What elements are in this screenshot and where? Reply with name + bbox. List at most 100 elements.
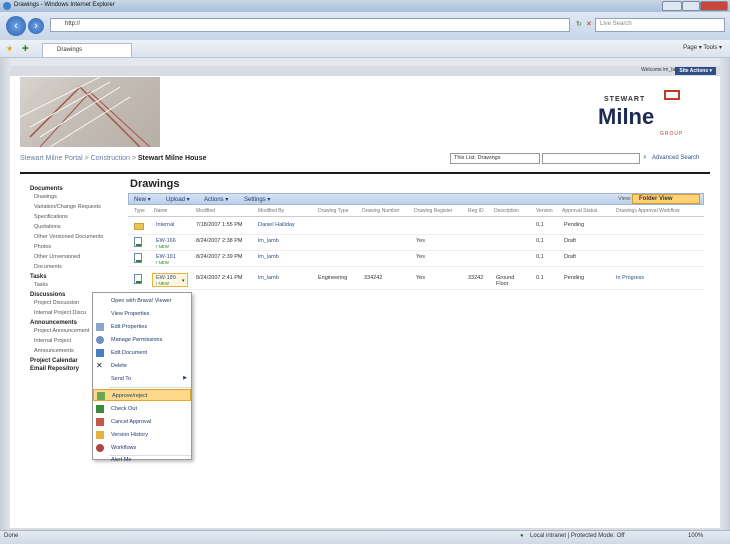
ql-item[interactable]: Quotations (30, 222, 112, 232)
delete-icon: ✕ (96, 361, 103, 370)
col-header[interactable]: Version (536, 208, 553, 214)
table-row-selected[interactable]: EW-189 ! NEW ▾ 8/24/2007 2:41 PM lm_lamb… (128, 272, 704, 290)
logo-milne: Milne (598, 104, 655, 129)
site-actions-button[interactable]: Site Actions ▾ (675, 67, 716, 75)
right-edge (720, 58, 730, 530)
item-menu-chevron-icon[interactable]: ▾ (182, 278, 185, 284)
menu-item-cancel-approval[interactable]: Cancel Approval (93, 416, 191, 428)
advanced-search-link[interactable]: Advanced Search (652, 155, 699, 161)
check-out-icon (96, 405, 104, 413)
tab-drawings[interactable]: Drawings (42, 43, 132, 57)
view-select[interactable]: Folder View (632, 194, 700, 204)
ql-item[interactable]: Drawings (30, 192, 112, 202)
row-workflow[interactable]: In Progress (616, 275, 644, 281)
upload-menu[interactable]: Upload ▾ (166, 196, 190, 203)
table-row[interactable]: EW-166 ! NEW 8/24/2007 2:38 PM lm_lamb Y… (128, 235, 704, 251)
row-register: Yes (416, 275, 425, 281)
menu-label: Delete (111, 363, 127, 369)
menu-item-edit-properties[interactable]: Edit Properties (93, 321, 191, 333)
col-header[interactable]: Type (134, 208, 145, 214)
menu-item-delete[interactable]: ✕ Delete (93, 360, 191, 372)
search-go-icon[interactable]: ⌕ (643, 154, 647, 162)
add-favorite-icon[interactable]: ✚ (22, 44, 29, 53)
logo-stewart: STEWART (604, 96, 646, 103)
intranet-zone-icon: ● (520, 533, 524, 539)
menu-label: Edit Properties (111, 324, 148, 330)
new-badge: ! NEW (156, 260, 169, 265)
ql-item[interactable]: Tasks (30, 280, 112, 290)
table-row[interactable]: Internal 7/18/2007 1:55 PM Daniel Hallid… (128, 219, 704, 235)
breadcrumb-parts[interactable]: Stewart Milne Portal > Construction > (20, 155, 138, 162)
col-header[interactable]: Drawing Register (414, 208, 452, 214)
menu-item-check-out[interactable]: Check Out (93, 403, 191, 415)
row-modified-by[interactable]: lm_lamb (258, 254, 279, 260)
forward-icon[interactable]: › (28, 18, 44, 34)
ql-item[interactable]: Other Versioned Documents (30, 232, 112, 242)
menu-item-edit-document[interactable]: Edit Document (93, 347, 191, 359)
row-drawing-type: Engineering (318, 275, 348, 281)
submenu-arrow-icon: ▶ (183, 375, 187, 381)
menu-label: Workflows (111, 445, 137, 451)
favorites-star-icon[interactable]: ★ (6, 44, 13, 53)
col-header[interactable]: Modified (196, 208, 215, 214)
address-input[interactable]: http:// (50, 18, 570, 32)
menu-label: Send To (111, 376, 132, 382)
col-header[interactable]: Name (154, 208, 167, 214)
menu-item-manage-permissions[interactable]: Manage Permissions (93, 334, 191, 346)
menu-item-version-history[interactable]: Version History (93, 429, 191, 441)
header-divider (20, 172, 710, 174)
menu-item-approve-reject[interactable]: Approve/reject (93, 389, 191, 401)
minimize-button[interactable] (662, 1, 682, 11)
new-badge: ! NEW (156, 281, 169, 286)
col-header[interactable]: Drawings Approval Workflow (616, 208, 680, 214)
zoom-level[interactable]: 100% (688, 533, 703, 539)
table-row[interactable]: EW-191 ! NEW 8/24/2007 2:39 PM lm_lamb Y… (128, 251, 704, 267)
col-header[interactable]: Drawing Type (318, 208, 348, 214)
menu-item-alert-me[interactable]: Alert Me (93, 456, 191, 466)
col-header[interactable]: Drawing Number (362, 208, 400, 214)
view-label: View: (618, 196, 632, 202)
search-scope-select[interactable]: This List: Drawings (450, 153, 540, 164)
col-header[interactable]: Reg ID (468, 208, 484, 214)
search-input[interactable]: Live Search (595, 18, 725, 32)
permissions-icon (96, 336, 104, 344)
row-modified-by[interactable]: Daniel Halliday (258, 222, 295, 228)
site-search-input[interactable] (542, 153, 640, 164)
window-title: Drawings - Windows Internet Explorer (14, 2, 115, 8)
row-register: Yes (416, 238, 425, 244)
close-button[interactable] (700, 1, 728, 11)
ql-item[interactable]: Other Unversioned (30, 252, 112, 262)
col-header[interactable]: Description (494, 208, 519, 214)
back-icon[interactable]: ‹ (6, 16, 26, 36)
menu-item-view-properties[interactable]: View Properties (93, 308, 191, 320)
col-header[interactable]: Modified By (258, 208, 284, 214)
menu-item-workflows[interactable]: Workflows (93, 442, 191, 454)
refresh-icon[interactable]: ↻ (576, 20, 582, 28)
row-name[interactable]: Internal (156, 222, 174, 228)
maximize-button[interactable] (682, 1, 700, 11)
row-status: Draft (564, 254, 576, 260)
ql-item[interactable]: Documents (30, 262, 112, 272)
row-version: 0.1 (536, 275, 544, 281)
title-bar: Drawings - Windows Internet Explorer (0, 0, 730, 12)
security-zone[interactable]: Local intranet | Protected Mode: Off (530, 533, 625, 539)
menu-label: Check Out (111, 406, 137, 412)
new-menu[interactable]: New ▾ (134, 196, 151, 203)
menu-item-open-brava[interactable]: Open with Brava! Viewer (93, 295, 191, 307)
ql-item[interactable]: Variation/Change Requests (30, 202, 112, 212)
row-modified-by[interactable]: lm_lamb (258, 238, 279, 244)
menu-item-send-to[interactable]: Send To ▶ (93, 373, 191, 385)
row-modified: 8/24/2007 2:38 PM (196, 238, 243, 244)
command-bar[interactable]: Page ▾ Tools ▾ (683, 44, 722, 51)
tab-label: Drawings (57, 47, 83, 53)
workflows-icon (96, 444, 104, 452)
breadcrumb: Stewart Milne Portal > Construction > St… (20, 155, 206, 162)
col-header[interactable]: Approval Status (562, 208, 597, 214)
ql-item[interactable]: Specifications (30, 212, 112, 222)
stop-icon[interactable]: ✕ (586, 20, 592, 28)
settings-menu[interactable]: Settings ▾ (244, 196, 270, 203)
ql-item[interactable]: Photos (30, 242, 112, 252)
actions-menu[interactable]: Actions ▾ (204, 196, 228, 203)
banner-artwork (20, 77, 160, 147)
row-modified-by[interactable]: lm_lamb (258, 275, 279, 281)
